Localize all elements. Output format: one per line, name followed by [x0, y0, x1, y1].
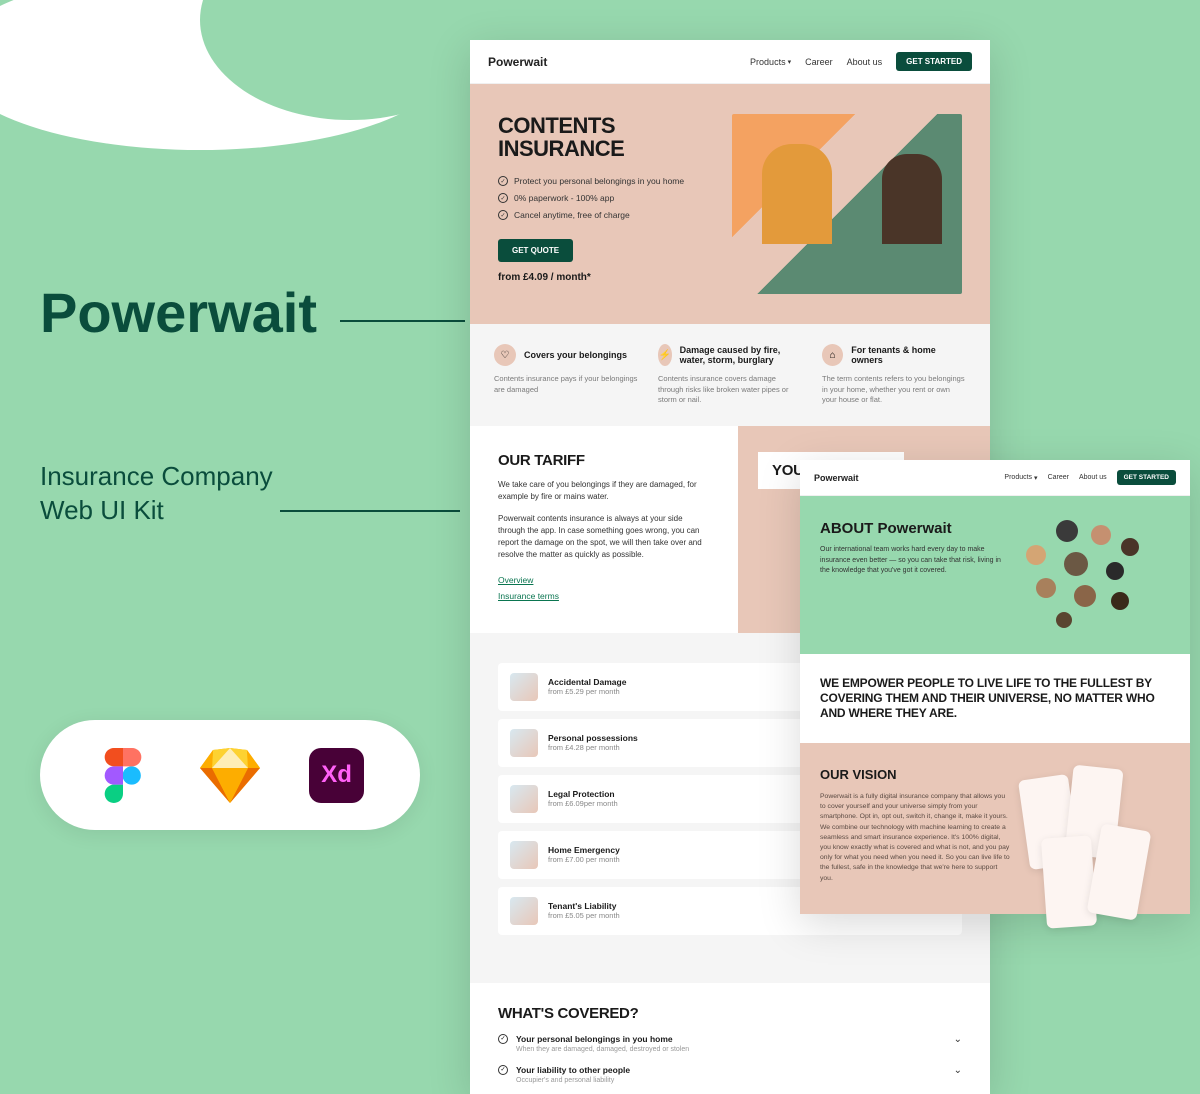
- nav-products[interactable]: Products▾: [750, 57, 791, 67]
- heart-icon: ♡: [494, 344, 516, 366]
- hero-price: from £4.09 / month*: [498, 272, 712, 283]
- main-nav: Products▾ Career About us GET STARTED: [1004, 470, 1176, 485]
- site-header: Powerwait Products▾ Career About us GET …: [800, 460, 1190, 496]
- check-icon: ✓: [498, 1065, 508, 1075]
- hero-title: CONTENTS INSURANCE: [498, 114, 712, 160]
- feature-card: ⌂For tenants & home owners The term cont…: [822, 344, 966, 406]
- feature-card: ⚡Damage caused by fire, water, storm, bu…: [658, 344, 802, 406]
- chevron-down-icon: ⌄: [954, 1065, 962, 1076]
- tariff-thumbnail: [510, 673, 538, 701]
- about-heading: ABOUT Powerwait: [820, 520, 1004, 537]
- about-description: Our international team works hard every …: [820, 545, 1004, 577]
- chevron-down-icon: ▾: [788, 58, 792, 66]
- main-nav: Products▾ Career About us GET STARTED: [750, 52, 972, 71]
- hero-section: CONTENTS INSURANCE ✓Protect you personal…: [470, 84, 990, 324]
- nav-about[interactable]: About us: [847, 57, 883, 67]
- phone-mockups: [1024, 767, 1170, 884]
- covered-item[interactable]: ✓Your liability to other peopleOccupier'…: [498, 1065, 962, 1084]
- about-hero: ABOUT Powerwait Our international team w…: [800, 496, 1190, 654]
- hero-feature: ✓Protect you personal belongings in you …: [498, 176, 712, 186]
- get-started-button[interactable]: GET STARTED: [896, 52, 972, 71]
- nav-about[interactable]: About us: [1079, 474, 1107, 481]
- promo-subtitle: Insurance Company Web UI Kit: [40, 460, 273, 528]
- tariff-thumbnail: [510, 729, 538, 757]
- check-icon: ✓: [498, 210, 508, 220]
- hero-image: [732, 114, 962, 294]
- empower-statement: WE EMPOWER PEOPLE TO LIVE LIFE TO THE FU…: [800, 654, 1190, 743]
- home-icon: ⌂: [822, 344, 843, 366]
- tariff-heading: OUR TARIFF: [498, 452, 710, 469]
- covered-item[interactable]: ✓Your personal belongings in you homeWhe…: [498, 1034, 962, 1053]
- mockup-about-page: Powerwait Products▾ Career About us GET …: [800, 460, 1190, 914]
- hero-feature: ✓0% paperwork - 100% app: [498, 193, 712, 203]
- get-quote-button[interactable]: GET QUOTE: [498, 239, 573, 262]
- covered-section: WHAT'S COVERED? ✓Your personal belonging…: [470, 983, 990, 1094]
- vision-heading: OUR VISION: [820, 767, 1010, 782]
- tariff-thumbnail: [510, 785, 538, 813]
- check-icon: ✓: [498, 1034, 508, 1044]
- feature-card: ♡Covers your belongings Contents insuran…: [494, 344, 638, 406]
- features-row: ♡Covers your belongings Contents insuran…: [470, 324, 990, 426]
- hero-features: ✓Protect you personal belongings in you …: [498, 176, 712, 220]
- site-logo[interactable]: Powerwait: [814, 473, 859, 483]
- pointer-line: [340, 320, 465, 322]
- team-avatars: [1016, 520, 1170, 630]
- get-started-button[interactable]: GET STARTED: [1117, 470, 1176, 485]
- vision-section: OUR VISION Powerwait is a fully digital …: [800, 743, 1190, 914]
- tariff-text: We take care of you belongings if they a…: [498, 479, 710, 503]
- check-icon: ✓: [498, 176, 508, 186]
- chevron-down-icon: ▾: [1034, 474, 1038, 482]
- promo-title: Powerwait: [40, 280, 317, 345]
- site-header: Powerwait Products▾ Career About us GET …: [470, 40, 990, 84]
- hero-feature: ✓Cancel anytime, free of charge: [498, 210, 712, 220]
- figma-icon: [93, 745, 153, 805]
- sketch-icon: [200, 745, 260, 805]
- covered-heading: WHAT'S COVERED?: [498, 1005, 962, 1022]
- nav-career[interactable]: Career: [1048, 474, 1069, 481]
- check-icon: ✓: [498, 193, 508, 203]
- vision-description: Powerwait is a fully digital insurance c…: [820, 792, 1010, 884]
- site-logo[interactable]: Powerwait: [488, 55, 547, 69]
- pointer-line: [280, 510, 460, 512]
- nav-career[interactable]: Career: [805, 57, 833, 67]
- tariff-text: Powerwait contents insurance is always a…: [498, 513, 710, 561]
- chevron-down-icon: ⌄: [954, 1034, 962, 1045]
- tariff-thumbnail: [510, 841, 538, 869]
- xd-icon: Xd: [307, 745, 367, 805]
- bolt-icon: ⚡: [658, 344, 672, 366]
- overview-link[interactable]: Overview: [498, 575, 710, 585]
- tariff-thumbnail: [510, 897, 538, 925]
- insurance-terms-link[interactable]: Insurance terms: [498, 591, 710, 601]
- nav-products[interactable]: Products▾: [1004, 474, 1037, 482]
- tools-pill: Xd: [40, 720, 420, 830]
